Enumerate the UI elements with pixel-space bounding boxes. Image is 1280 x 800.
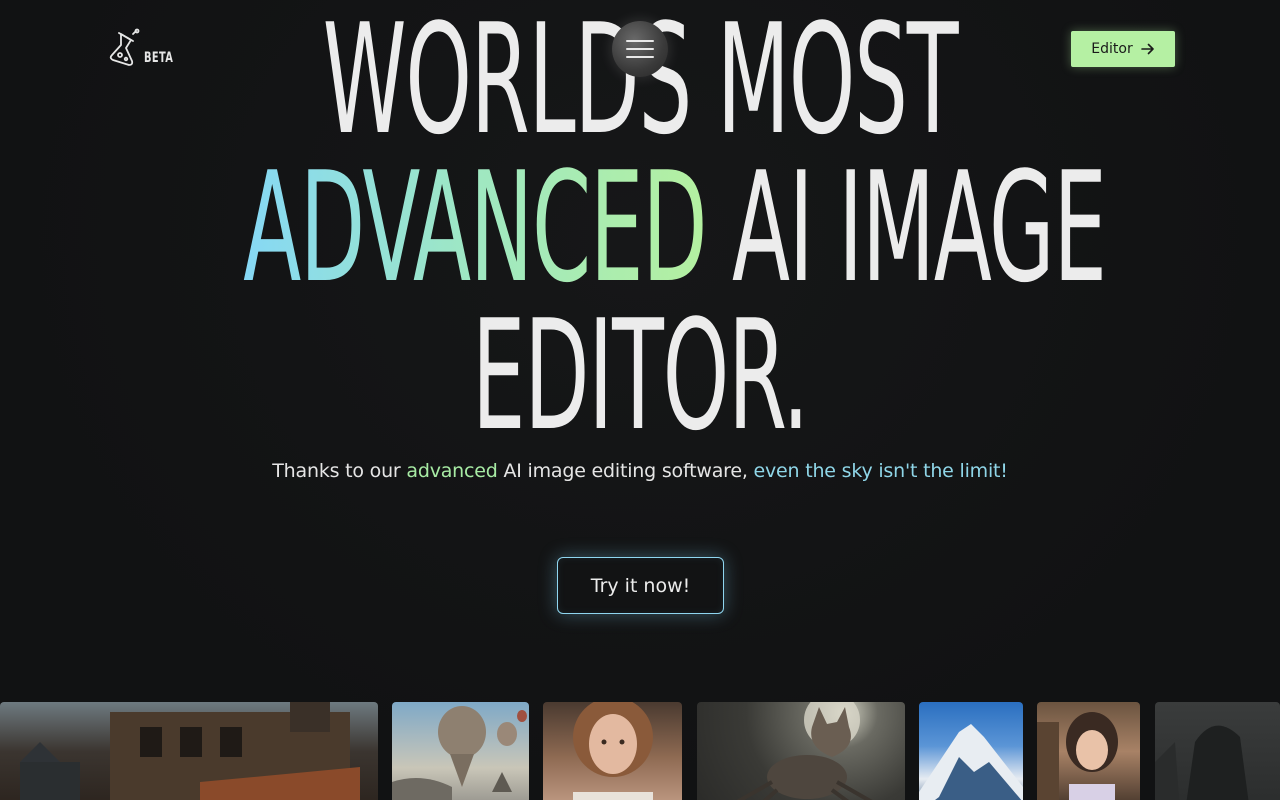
gallery-image-street[interactable]	[0, 702, 378, 800]
image-gallery	[0, 702, 1280, 800]
try-it-now-button[interactable]: Try it now!	[557, 557, 724, 614]
headline-line-3: EDITOR.	[471, 287, 809, 464]
headline-line-2: ADVANCED AI IMAGE	[243, 152, 1107, 304]
gallery-image-balloons[interactable]	[392, 702, 529, 800]
gallery-image-portrait[interactable]	[543, 702, 682, 800]
gallery-image-dark[interactable]	[1155, 702, 1280, 800]
gallery-image-anime-girl[interactable]	[1037, 702, 1140, 800]
menu-button[interactable]	[612, 21, 668, 77]
gallery-image-mountain[interactable]	[919, 702, 1023, 800]
hamburger-icon	[626, 40, 654, 42]
gallery-image-cat-spider[interactable]	[697, 702, 905, 800]
